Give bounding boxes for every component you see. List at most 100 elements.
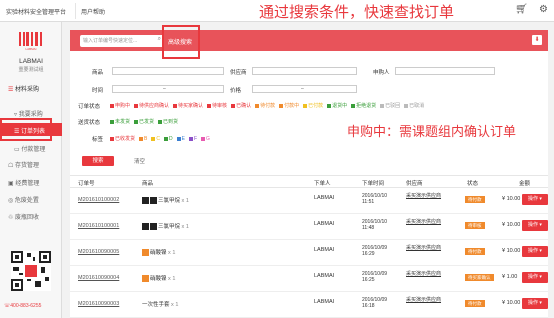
order-status-filter-2[interactable]: 待买家确认 [173, 102, 203, 109]
supplier-label: 供应商 [230, 70, 247, 76]
product-cell[interactable]: 硝酸镍 x 1 [142, 274, 175, 283]
col-order[interactable]: 订单号 [78, 179, 95, 187]
tag-filter-3[interactable]: D [163, 135, 173, 142]
action-button[interactable]: 操作 ▾ [522, 220, 548, 231]
col-status[interactable]: 状态 [467, 179, 478, 187]
product-image [142, 197, 149, 205]
platform-name[interactable]: 实验材料安全管理平台 [6, 7, 66, 16]
sidebar-item-payment[interactable]: ▭ 付款管理 [14, 144, 45, 153]
product-name: 硝酸镍 [150, 250, 167, 256]
order-status-filter-1[interactable]: 待供应商确认 [134, 102, 169, 109]
sidebar-item-purchase[interactable]: ☰ 材料采购 [8, 84, 39, 93]
order-status-filter-7[interactable]: 已付款 [303, 102, 323, 109]
gear-icon[interactable]: ⚙ [539, 4, 548, 15]
phone-number: ☏400-883-6255 [4, 303, 42, 309]
chip-label: 已确认 [236, 103, 252, 109]
help-link[interactable]: 用户帮助 [81, 7, 105, 16]
sidebar-item-buy[interactable]: ▿ 我要采购 [14, 109, 43, 118]
supplier-link[interactable]: 采买演示供应商 [406, 245, 448, 251]
col-supplier[interactable]: 供应商 [406, 179, 423, 187]
cart-icon[interactable]: 🛒︎ [515, 4, 528, 15]
sidebar-item-inventory[interactable]: ☖ 存货管理 [8, 160, 39, 169]
main-panel: 输入订单编号快速定位... ⌕ 高级搜索 ⬇ 商品 供应商 申购人 时间 – 价格… [70, 30, 548, 318]
amount: ¥ 10.00 [502, 248, 521, 254]
highlight-box-advanced [162, 25, 200, 59]
color-swatch-icon [327, 103, 332, 108]
buyer-name: LABMAI [314, 299, 335, 305]
product-cell[interactable]: 一次性手套 x 1 [142, 300, 178, 308]
chip-label: 已到货 [163, 119, 179, 125]
order-number-link[interactable]: M201610090005 [78, 249, 119, 255]
product-name: 三氯甲烷 [158, 198, 181, 204]
action-button[interactable]: 操作 ▾ [522, 246, 548, 257]
action-button[interactable]: 操作 ▾ [522, 298, 548, 309]
delivery-status-filter-1[interactable]: 已发货 [134, 118, 154, 125]
product-name: 三氯甲烷 [158, 224, 181, 230]
order-time: 2016/10/09 16:29 [362, 245, 388, 257]
search-bar: 输入订单编号快速定位... ⌕ 高级搜索 ⬇ [70, 30, 548, 51]
sidebar-item-funds[interactable]: ▣ 经费管理 [8, 178, 39, 187]
sidebar-item-hazard[interactable]: ◎ 危废处置 [8, 195, 39, 204]
product-cell[interactable]: 硝酸镍 x 1 [142, 248, 175, 257]
delivery-status-filter-0[interactable]: 未发货 [110, 118, 130, 125]
product-image [150, 223, 157, 231]
goods-input[interactable] [112, 67, 224, 75]
order-status-filter-9[interactable]: 拒绝退货 [351, 102, 376, 109]
order-number-link[interactable]: M201610100002 [78, 197, 119, 203]
product-cell[interactable]: 三氯甲烷 x 1 [142, 222, 189, 231]
clear-button[interactable]: 清空 [134, 157, 145, 165]
col-time[interactable]: 下单时间 [362, 179, 384, 187]
search-input[interactable]: 输入订单编号快速定位... ⌕ [80, 35, 164, 47]
product-name: 硝酸镍 [150, 276, 167, 282]
tag-filter-4[interactable]: E [176, 135, 185, 142]
order-status-filter-0[interactable]: 申购中 [110, 102, 130, 109]
order-number-link[interactable]: M201610090003 [78, 301, 119, 307]
status-badge: 待付款 [465, 248, 485, 255]
action-button[interactable]: 操作 ▾ [522, 272, 548, 283]
annotation-status: 申购中：需课题组内确认订单 [347, 125, 517, 140]
chip-label: 退货中 [332, 103, 348, 109]
order-status-filter-11[interactable]: 已取消 [404, 102, 424, 109]
col-product[interactable]: 商品 [142, 179, 153, 187]
supplier-link[interactable]: 采买演示供应商 [406, 271, 448, 277]
search-button[interactable]: 搜索 [82, 156, 114, 166]
delivery-status-filter-2[interactable]: 已到货 [158, 118, 178, 125]
download-icon[interactable]: ⬇ [532, 35, 542, 45]
order-status-filter-6[interactable]: 付款中 [279, 102, 299, 109]
chip-label: G [206, 135, 210, 142]
order-status-filter-4[interactable]: 已确认 [231, 102, 251, 109]
tag-filter-6[interactable]: G [201, 135, 210, 142]
color-swatch-icon [134, 103, 139, 108]
order-time: 2016/10/10 11:51 [362, 193, 388, 205]
color-swatch-icon [188, 136, 193, 141]
order-status-filter-3[interactable]: 待审核 [207, 102, 227, 109]
order-status-filters: 申购中 待供应商确认 待买家确认 待审核 已确认 待付款 付款中 已付款 退货中 拒绝退货 已驳回 已… [110, 102, 424, 109]
order-status-filter-10[interactable]: 已驳回 [380, 102, 400, 109]
supplier-link[interactable]: 采买演示供应商 [406, 219, 448, 225]
col-amount[interactable]: 金额 [519, 179, 530, 187]
sidebar-item-recycle[interactable]: ♲ 废瓶回收 [8, 212, 39, 221]
order-number-link[interactable]: M201610100001 [78, 223, 119, 229]
order-status-filter-8[interactable]: 退货中 [327, 102, 347, 109]
order-number-link[interactable]: M201610090004 [78, 275, 119, 281]
delivery-status-label: 送货状态 [78, 120, 101, 126]
action-button[interactable]: 操作 ▾ [522, 194, 548, 205]
applicant-input[interactable] [395, 67, 495, 75]
supplier-link[interactable]: 采买演示供应商 [406, 297, 448, 303]
time-range-input[interactable]: – [112, 85, 224, 93]
color-swatch-icon [207, 103, 212, 108]
tag-filter-2[interactable]: C [151, 135, 160, 142]
col-buyer[interactable]: 下单人 [314, 179, 331, 187]
tag-filter-1[interactable]: B [139, 135, 147, 142]
supplier-link[interactable]: 采买演示供应商 [406, 193, 448, 199]
table-row: M201610090003 一次性手套 x 1 LABMAI 2016/10/09 16… [70, 292, 548, 318]
price-range-input[interactable]: – [252, 85, 357, 93]
supplier-input[interactable] [252, 67, 357, 75]
product-cell[interactable]: 三氯甲烷 x 1 [142, 196, 189, 205]
box-icon: ☖ [8, 163, 16, 169]
delivery-status-filters: 未发货 已发货 已到货 [110, 118, 178, 125]
tag-filter-5[interactable]: F [188, 135, 197, 142]
status-badge: 待付款 [465, 300, 485, 307]
tag-filter-0[interactable]: 已收发货 [110, 135, 135, 142]
order-status-filter-5[interactable]: 待付款 [255, 102, 275, 109]
